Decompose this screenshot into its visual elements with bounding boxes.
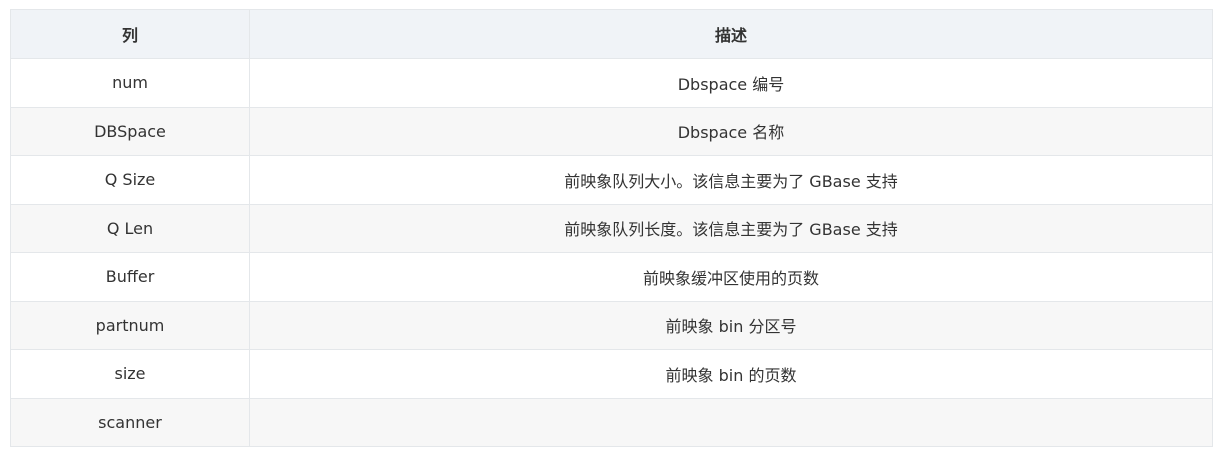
cell-description: 前映象队列长度。该信息主要为了 GBase 支持 [249,203,1213,253]
columns-description-table: 列 描述 num Dbspace 编号 DBSpace Dbspace 名称 Q… [10,9,1213,447]
table-row: num Dbspace 编号 [10,58,1213,108]
cell-description: 前映象队列大小。该信息主要为了 GBase 支持 [249,155,1213,205]
cell-description: Dbspace 名称 [249,106,1213,156]
header-row: 列 描述 [10,9,1213,59]
cell-column: size [10,349,250,399]
cell-column: Buffer [10,252,250,302]
table-row: Buffer 前映象缓冲区使用的页数 [10,252,1213,302]
cell-description [249,397,1213,447]
cell-description: 前映象缓冲区使用的页数 [249,252,1213,302]
table-body: num Dbspace 编号 DBSpace Dbspace 名称 Q Size… [10,58,1213,447]
table-header: 列 描述 [10,9,1213,59]
cell-column: Q Size [10,155,250,205]
table-row: size 前映象 bin 的页数 [10,349,1213,399]
cell-column: partnum [10,300,250,350]
data-table-container: 列 描述 num Dbspace 编号 DBSpace Dbspace 名称 Q… [10,9,1213,447]
cell-column: Q Len [10,203,250,253]
cell-column: num [10,58,250,108]
table-row: Q Size 前映象队列大小。该信息主要为了 GBase 支持 [10,155,1213,205]
table-row: DBSpace Dbspace 名称 [10,106,1213,156]
table-row: scanner [10,397,1213,447]
cell-description: 前映象 bin 的页数 [249,349,1213,399]
table-row: Q Len 前映象队列长度。该信息主要为了 GBase 支持 [10,203,1213,253]
header-column: 列 [10,9,250,59]
table-row: partnum 前映象 bin 分区号 [10,300,1213,350]
cell-column: DBSpace [10,106,250,156]
cell-description: 前映象 bin 分区号 [249,300,1213,350]
cell-column: scanner [10,397,250,447]
header-description: 描述 [249,9,1213,59]
cell-description: Dbspace 编号 [249,58,1213,108]
